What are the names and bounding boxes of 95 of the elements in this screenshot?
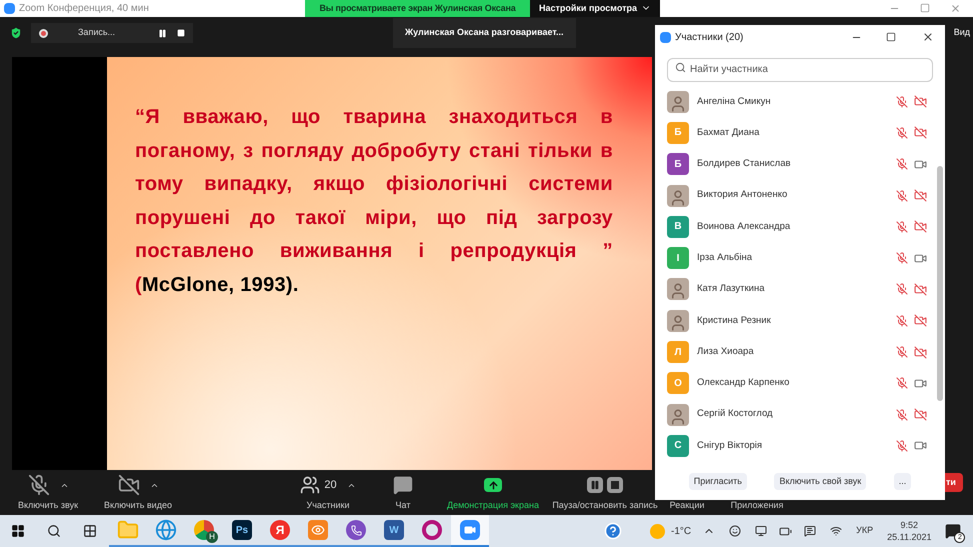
participant-row[interactable]: Л Лиза Хиоара: [655, 336, 937, 368]
avatar-initial: Б: [667, 122, 689, 144]
temperature[interactable]: -1°C: [671, 524, 692, 538]
panel-button[interactable]: Включить свой звук: [774, 473, 866, 490]
search-icon: [675, 62, 686, 73]
sharing-banner: Вы просматриваете экран Жулинская Оксана: [305, 0, 530, 17]
participant-name: Сергій Костоглод: [697, 407, 773, 422]
tray-face-icon[interactable]: [729, 525, 742, 537]
language-indicator[interactable]: УКР: [856, 524, 874, 538]
participant-name: Ангеліна Смикун: [697, 94, 771, 109]
panel-button[interactable]: ...: [894, 473, 912, 490]
stop-icon: [607, 477, 623, 494]
participant-count: 20: [324, 478, 337, 493]
speaker-notice: Жулинская Оксана разговаривает...: [393, 18, 576, 48]
close-icon[interactable]: [922, 31, 934, 43]
security-shield-icon: [9, 26, 23, 40]
panel-button[interactable]: Пригласить: [688, 473, 747, 490]
participant-row[interactable]: І Ірза Альбіна: [655, 242, 937, 274]
avatar-initial: І: [667, 247, 689, 270]
notifications-icon[interactable]: [945, 523, 962, 539]
avatar-photo-placeholder: [667, 310, 689, 332]
participant-row[interactable]: Б Бахмат Диана: [655, 117, 937, 149]
avatar-initial: В: [667, 216, 689, 238]
participant-name: Болдирев Станислав: [697, 157, 791, 172]
taskbar-app-button[interactable]: Я: [261, 515, 299, 547]
help-icon[interactable]: [604, 522, 622, 540]
toolbar-button[interactable]: Чат: [373, 472, 433, 513]
participant-row[interactable]: Сергій Костоглод: [655, 398, 937, 430]
avatar-photo-placeholder: [667, 184, 689, 207]
search-icon[interactable]: [47, 524, 61, 538]
participant-name: Лиза Хиоара: [697, 344, 754, 359]
view-settings-button[interactable]: Настройки просмотра: [530, 0, 660, 17]
avatar-photo-placeholder: [667, 278, 689, 300]
window-title: Zoom Конференция, 40 мин: [19, 2, 149, 16]
monitor-icon[interactable]: [755, 525, 768, 537]
participant-name: Виктория Антоненко: [697, 188, 788, 202]
app-round-icon: Я: [270, 520, 290, 540]
pause-icon: [587, 477, 603, 494]
participant-row[interactable]: В Воинова Александра: [655, 211, 937, 242]
participant-name: Снігур Вікторія: [697, 438, 762, 453]
participant-name: Катя Лазуткина: [697, 282, 764, 296]
participant-row[interactable]: Б Болдирев Станислав: [655, 148, 937, 180]
participant-name: Бахмат Диана: [697, 126, 760, 140]
view-label[interactable]: Вид: [954, 26, 970, 40]
toolbar-button[interactable]: Демонстрация экрана: [433, 472, 553, 513]
search-field[interactable]: Найти участника: [667, 58, 933, 82]
toolbar-button[interactable]: 20 Участники: [283, 472, 373, 513]
panel-title: Участники (20): [675, 30, 744, 44]
avatar-initial: О: [667, 372, 689, 394]
toolbar-button[interactable]: Приложения: [717, 498, 797, 512]
participant-row[interactable]: Кристина Резник: [655, 305, 937, 336]
toolbar-button[interactable]: Включить видео: [88, 472, 188, 513]
pause-icon[interactable]: [158, 28, 167, 38]
stop-icon[interactable]: [177, 29, 185, 38]
participant-row[interactable]: С Снігур Вікторія: [655, 430, 937, 462]
taskbar-app-button[interactable]: H: [185, 515, 223, 547]
participant-row[interactable]: Катя Лазуткина: [655, 274, 937, 306]
start-icon[interactable]: [11, 524, 25, 538]
share-screen-icon: [484, 478, 502, 492]
participant-name: Воинова Александра: [697, 220, 790, 234]
clock-time[interactable]: 9:52: [900, 519, 918, 531]
participant-name: Олександр Карпенко: [697, 376, 790, 390]
avatar-initial: Б: [667, 153, 689, 176]
slide-quote: “Я вважаю, що тварина знаходиться в поганому, з погляду добробуту стані тільки в тому випадку, якщо фізіологічні системи порушені до такої міри, що під загрозу поставлено виживання і репродукція ” (McGlone, 1993).: [135, 105, 613, 298]
clock-date[interactable]: 25.11.2021: [887, 531, 932, 543]
taskbar-app-button[interactable]: Ps: [223, 515, 261, 547]
participant-name: Ірза Альбіна: [697, 251, 752, 265]
app-logo-icon: [4, 2, 15, 14]
avatar-initial: С: [667, 434, 689, 457]
participant-name: Кристина Резник: [697, 314, 771, 328]
taskbar-app-button[interactable]: W: [375, 515, 413, 547]
participant-row[interactable]: Виктория Антоненко: [655, 180, 937, 212]
avatar-initial: Л: [667, 341, 689, 364]
avatar-photo-placeholder: [667, 90, 689, 113]
sun-icon: [650, 524, 665, 538]
app-tile-icon: W: [384, 520, 404, 540]
profile-badge: H: [206, 531, 218, 543]
browser-icon: [155, 519, 177, 541]
people-icon: [300, 475, 320, 496]
taskbar-app-button[interactable]: [451, 515, 489, 547]
task-view-icon[interactable]: [83, 524, 97, 538]
participant-row[interactable]: О Олександр Карпенко: [655, 368, 937, 399]
maximize-icon[interactable]: [886, 32, 896, 42]
battery-icon[interactable]: [779, 524, 792, 538]
chat-icon: [393, 475, 413, 496]
toolbar-button[interactable]: Реакции: [657, 498, 717, 512]
participant-row[interactable]: Ангеліна Смикун: [655, 86, 937, 118]
toolbar-button[interactable]: Включить звук: [8, 472, 88, 513]
scrollbar-thumb[interactable]: [937, 166, 943, 401]
avatar-photo-placeholder: [667, 404, 689, 426]
recording-label: Запись...: [78, 26, 116, 40]
app-tile-icon: Ps: [232, 520, 252, 540]
app-logo-icon: [660, 32, 671, 42]
end-button[interactable]: ти: [945, 473, 963, 492]
folder-icon: [117, 519, 139, 541]
